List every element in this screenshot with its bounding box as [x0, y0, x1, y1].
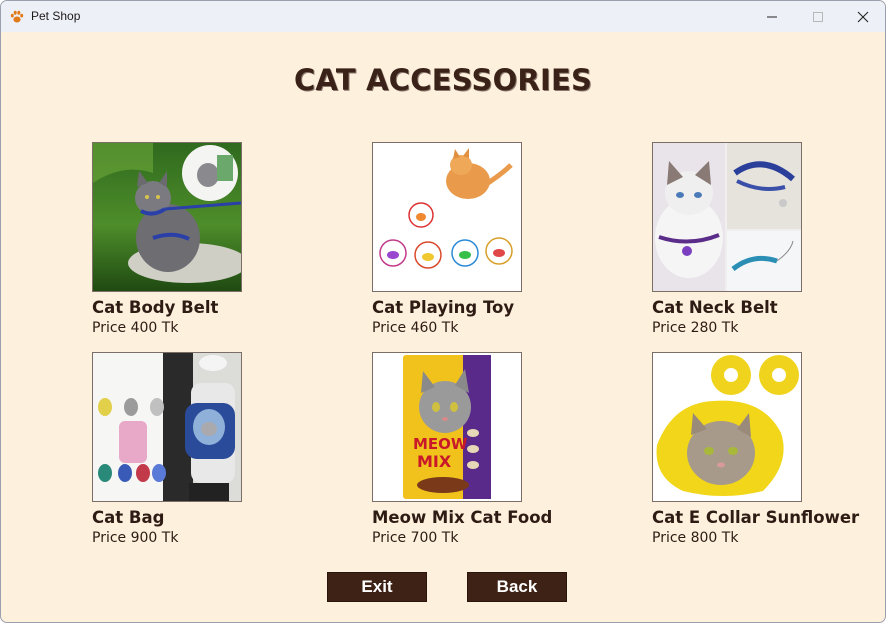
product-name: Cat Bag — [92, 508, 165, 527]
product-name: Cat Playing Toy — [372, 298, 515, 317]
product-card[interactable]: MEOW MIX Meow Mix Cat Food Price 700 Tk — [372, 352, 592, 552]
cat-neck-belt-photo[interactable] — [652, 142, 802, 292]
product-card[interactable]: Cat Bag Price 900 Tk — [92, 352, 312, 552]
maximize-icon[interactable] — [795, 1, 841, 32]
cat-body-belt-photo[interactable] — [92, 142, 242, 292]
product-card[interactable]: Cat Playing Toy Price 460 Tk — [372, 142, 592, 342]
back-button[interactable]: Back — [467, 572, 567, 602]
exit-button[interactable]: Exit — [327, 572, 427, 602]
cat-playing-toy-photo[interactable] — [372, 142, 522, 292]
product-name: Cat E Collar Sunflower — [652, 508, 860, 527]
close-icon[interactable] — [840, 1, 885, 32]
product-price: Price 700 Tk — [372, 530, 459, 546]
product-price: Price 800 Tk — [652, 530, 739, 546]
svg-text:MEOW: MEOW — [413, 435, 468, 453]
product-name: Meow Mix Cat Food — [372, 508, 553, 527]
cat-bag-photo[interactable] — [92, 352, 242, 502]
product-card[interactable]: Cat Neck Belt Price 280 Tk — [652, 142, 872, 342]
meow-mix-cat-food-photo[interactable]: MEOW MIX — [372, 352, 522, 502]
product-card[interactable]: Cat Body Belt Price 400 Tk — [92, 142, 312, 342]
product-price: Price 280 Tk — [652, 320, 739, 336]
product-name: Cat Body Belt — [92, 298, 219, 317]
minimize-icon[interactable] — [749, 1, 795, 32]
product-price: Price 400 Tk — [92, 320, 179, 336]
product-name: Cat Neck Belt — [652, 298, 778, 317]
title-bar: Pet Shop — [1, 1, 885, 32]
cat-e-collar-photo[interactable] — [652, 352, 802, 502]
paw-icon — [10, 9, 24, 23]
svg-text:MIX: MIX — [417, 452, 452, 471]
window-title: Pet Shop — [31, 9, 81, 23]
app-window: Pet Shop CAT ACCESSORIES Cat Body Belt P… — [0, 0, 886, 623]
product-card[interactable]: Cat E Collar Sunflower Price 800 Tk — [652, 352, 872, 552]
product-price: Price 900 Tk — [92, 530, 179, 546]
product-price: Price 460 Tk — [372, 320, 459, 336]
page-title: CAT ACCESSORIES — [293, 63, 593, 97]
